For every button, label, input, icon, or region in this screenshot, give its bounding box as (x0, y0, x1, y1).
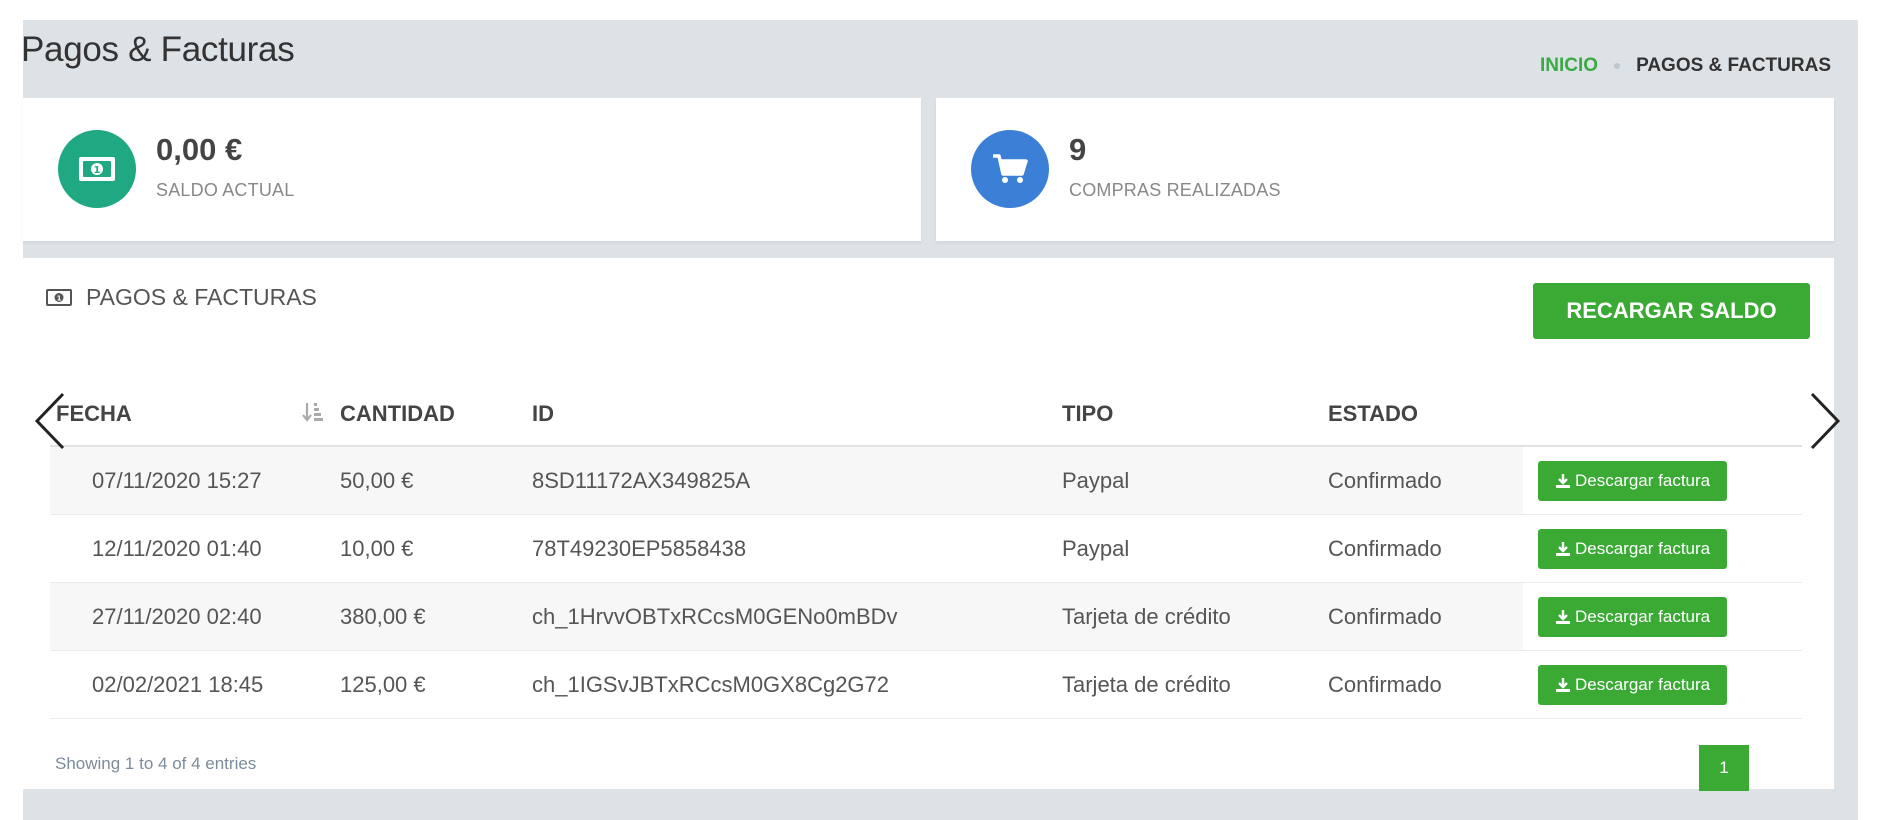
table-row: 27/11/2020 02:40 380,00 € ch_1HrvvOBTxRC… (50, 582, 1802, 651)
cell-fecha: 12/11/2020 01:40 (50, 514, 340, 583)
cell-tipo: Paypal (1062, 446, 1328, 515)
cell-estado: Confirmado (1328, 650, 1523, 719)
cart-icon (971, 130, 1049, 208)
cell-id: ch_1IGSvJBTxRCcsM0GX8Cg2G72 (532, 650, 1062, 719)
page-container: Pagos & Facturas INICIO PAGOS & FACTURAS… (21, 20, 1858, 820)
table-info: Showing 1 to 4 of 4 entries (55, 754, 257, 773)
scroll-right-arrow-icon[interactable] (1808, 392, 1842, 450)
pagination-page-1[interactable]: 1 (1699, 745, 1749, 791)
column-header-id[interactable]: ID (532, 383, 1062, 447)
balance-value: 0,00 € (156, 132, 243, 167)
balance-label: SALDO ACTUAL (156, 180, 295, 200)
table-row: 12/11/2020 01:40 10,00 € 78T49230EP58584… (50, 514, 1802, 583)
recharge-balance-button[interactable]: RECARGAR SALDO (1533, 283, 1810, 339)
download-invoice-button[interactable]: Descargar factura (1538, 528, 1728, 569)
cell-id: 78T49230EP5858438 (532, 514, 1062, 583)
table-row: 07/11/2020 15:27 50,00 € 8SD11172AX34982… (50, 446, 1802, 515)
table-header-row: FECHA CANTIDAD ID TIPO ESTADO (50, 383, 1802, 447)
column-header-estado[interactable]: ESTADO (1328, 383, 1523, 447)
cell-id: ch_1HrvvOBTxRCcsM0GENo0mBDv (532, 582, 1062, 651)
column-header-tipo[interactable]: TIPO (1062, 383, 1328, 447)
download-invoice-label: Descargar factura (1575, 538, 1711, 558)
cell-tipo: Tarjeta de crédito (1062, 582, 1328, 651)
cell-fecha: 02/02/2021 18:45 (50, 650, 340, 719)
download-invoice-button[interactable]: Descargar factura (1538, 460, 1728, 501)
cell-cantidad: 125,00 € (340, 650, 532, 719)
download-icon (1556, 541, 1570, 556)
cell-tipo: Tarjeta de crédito (1062, 650, 1328, 719)
download-invoice-label: Descargar factura (1575, 674, 1711, 694)
panel-title: PAGOS & FACTURAS (86, 284, 317, 310)
download-invoice-label: Descargar factura (1575, 606, 1711, 626)
breadcrumb-current: PAGOS & FACTURAS (1636, 55, 1831, 76)
cell-id: 8SD11172AX349825A (532, 446, 1062, 515)
download-icon (1556, 609, 1570, 624)
cell-estado: Confirmado (1328, 446, 1523, 515)
cell-estado: Confirmado (1328, 514, 1523, 583)
cell-action: Descargar factura (1523, 650, 1802, 719)
column-header-fecha[interactable]: FECHA (50, 383, 340, 447)
scroll-left-arrow-icon[interactable] (33, 392, 67, 450)
purchases-value: 9 (1069, 132, 1087, 167)
cell-cantidad: 10,00 € (340, 514, 532, 583)
cell-action: Descargar factura (1523, 514, 1802, 583)
money-icon: 1 (58, 130, 136, 208)
cell-fecha: 27/11/2020 02:40 (50, 582, 340, 651)
payments-table: FECHA CANTIDAD ID TIPO ESTADO 07/11/2020… (50, 383, 1802, 719)
payments-panel: 1 PAGOS & FACTURAS RECARGAR SALDO FECHA (23, 258, 1834, 791)
panel-header: 1 PAGOS & FACTURAS (46, 284, 317, 311)
svg-text:1: 1 (57, 295, 62, 303)
download-icon (1556, 473, 1570, 488)
breadcrumb-separator (1614, 63, 1621, 69)
cell-action: Descargar factura (1523, 582, 1802, 651)
cell-action: Descargar factura (1523, 446, 1802, 515)
download-icon (1556, 677, 1570, 692)
breadcrumb: INICIO PAGOS & FACTURAS (1540, 55, 1831, 77)
purchases-card: 9 COMPRAS REALIZADAS (936, 98, 1834, 241)
download-invoice-label: Descargar factura (1575, 470, 1711, 490)
money-icon: 1 (46, 289, 72, 306)
sort-icon[interactable] (302, 401, 324, 429)
balance-card: 1 0,00 € SALDO ACTUAL (23, 98, 921, 241)
download-invoice-button[interactable]: Descargar factura (1538, 596, 1728, 637)
cell-cantidad: 50,00 € (340, 446, 532, 515)
purchases-label: COMPRAS REALIZADAS (1069, 180, 1281, 200)
table-row: 02/02/2021 18:45 125,00 € ch_1IGSvJBTxRC… (50, 650, 1802, 719)
cell-estado: Confirmado (1328, 582, 1523, 651)
cell-fecha: 07/11/2020 15:27 (50, 446, 340, 515)
column-header-actions (1523, 383, 1802, 447)
breadcrumb-home-link[interactable]: INICIO (1540, 55, 1598, 77)
svg-text:1: 1 (94, 165, 101, 176)
page-title: Pagos & Facturas (21, 30, 295, 69)
cell-cantidad: 380,00 € (340, 582, 532, 651)
cell-tipo: Paypal (1062, 514, 1328, 583)
column-header-cantidad[interactable]: CANTIDAD (340, 383, 532, 447)
download-invoice-button[interactable]: Descargar factura (1538, 664, 1728, 705)
